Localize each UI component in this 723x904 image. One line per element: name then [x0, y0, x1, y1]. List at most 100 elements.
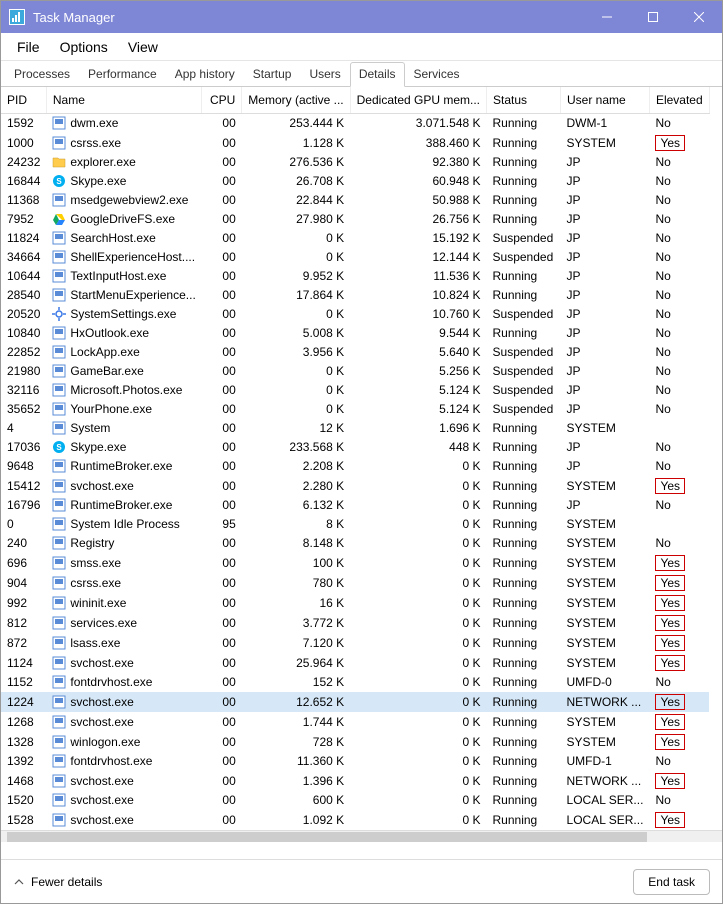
- close-button[interactable]: [676, 1, 722, 33]
- table-row[interactable]: 11824SearchHost.exe000 K15.192 KSuspende…: [1, 229, 709, 248]
- table-row[interactable]: 16844SSkype.exe0026.708 K60.948 KRunning…: [1, 172, 709, 191]
- cell-user: SYSTEM: [561, 553, 650, 573]
- column-header-status[interactable]: Status: [487, 87, 561, 114]
- table-row[interactable]: 1268svchost.exe001.744 K0 KRunningSYSTEM…: [1, 712, 709, 732]
- tab-services[interactable]: Services: [405, 62, 469, 87]
- cell-cpu: 00: [202, 419, 242, 438]
- cell-gpu: 0 K: [350, 496, 486, 515]
- cell-cpu: 00: [202, 114, 242, 133]
- table-row[interactable]: 1152fontdrvhost.exe00152 K0 KRunningUMFD…: [1, 673, 709, 692]
- table-row[interactable]: 4System0012 K1.696 KRunningSYSTEM: [1, 419, 709, 438]
- table-row[interactable]: 16796RuntimeBroker.exe006.132 K0 KRunnin…: [1, 496, 709, 515]
- elevated-badge: Yes: [655, 812, 685, 828]
- cell-pid: 0: [1, 515, 46, 534]
- cell-name: msedgewebview2.exe: [46, 191, 201, 210]
- horizontal-scrollbar[interactable]: [1, 830, 722, 842]
- table-row[interactable]: 7952GoogleDriveFS.exe0027.980 K26.756 KR…: [1, 210, 709, 229]
- column-header-memory[interactable]: Memory (active ...: [242, 87, 350, 114]
- table-row[interactable]: 22852LockApp.exe003.956 K5.640 KSuspende…: [1, 343, 709, 362]
- column-header-cpu[interactable]: CPU: [202, 87, 242, 114]
- process-name-label: StartMenuExperience...: [70, 288, 195, 302]
- column-header-name[interactable]: Name: [46, 87, 201, 114]
- table-row[interactable]: 11368msedgewebview2.exe0022.844 K50.988 …: [1, 191, 709, 210]
- table-row[interactable]: 1520svchost.exe00600 K0 KRunningLOCAL SE…: [1, 791, 709, 810]
- table-row[interactable]: 1124svchost.exe0025.964 K0 KRunningSYSTE…: [1, 653, 709, 673]
- table-row[interactable]: 1528svchost.exe001.092 K0 KRunningLOCAL …: [1, 810, 709, 830]
- table-row[interactable]: 21980GameBar.exe000 K5.256 KSuspendedJPN…: [1, 362, 709, 381]
- table-row[interactable]: 15412svchost.exe002.280 K0 KRunningSYSTE…: [1, 476, 709, 496]
- cell-status: Running: [487, 172, 561, 191]
- app-icon: [52, 116, 66, 130]
- cell-gpu: 0 K: [350, 653, 486, 673]
- process-name-label: winlogon.exe: [70, 735, 140, 749]
- tab-performance[interactable]: Performance: [79, 62, 166, 87]
- maximize-button[interactable]: [630, 1, 676, 33]
- column-header-gpu[interactable]: Dedicated GPU mem...: [350, 87, 486, 114]
- column-header-pid[interactable]: PID: [1, 87, 46, 114]
- cell-memory: 276.536 K: [242, 153, 350, 172]
- cell-name: GameBar.exe: [46, 362, 201, 381]
- table-row[interactable]: 696smss.exe00100 K0 KRunningSYSTEMYes: [1, 553, 709, 573]
- cell-name: smss.exe: [46, 553, 201, 573]
- table-row[interactable]: 0System Idle Process958 K0 KRunningSYSTE…: [1, 515, 709, 534]
- cell-status: Running: [487, 515, 561, 534]
- tab-processes[interactable]: Processes: [5, 62, 79, 87]
- cell-cpu: 00: [202, 133, 242, 153]
- table-row[interactable]: 34664ShellExperienceHost....000 K12.144 …: [1, 248, 709, 267]
- menu-file[interactable]: File: [7, 35, 50, 59]
- table-row[interactable]: 872lsass.exe007.120 K0 KRunningSYSTEMYes: [1, 633, 709, 653]
- tab-details[interactable]: Details: [350, 62, 405, 87]
- cell-name: YourPhone.exe: [46, 400, 201, 419]
- cell-elevated: Yes: [649, 593, 709, 613]
- menu-options[interactable]: Options: [50, 35, 118, 59]
- elevated-badge: Yes: [655, 478, 685, 494]
- cell-pid: 1468: [1, 771, 46, 791]
- cell-name: Microsoft.Photos.exe: [46, 381, 201, 400]
- cell-name: wininit.exe: [46, 593, 201, 613]
- menu-view[interactable]: View: [118, 35, 168, 59]
- minimize-button[interactable]: [584, 1, 630, 33]
- elevated-badge: No: [655, 326, 670, 340]
- tab-app-history[interactable]: App history: [166, 62, 244, 87]
- table-row[interactable]: 1592dwm.exe00253.444 K3.071.548 KRunning…: [1, 114, 709, 133]
- cell-gpu: 10.824 K: [350, 286, 486, 305]
- tab-startup[interactable]: Startup: [244, 62, 301, 87]
- table-row[interactable]: 1000csrss.exe001.128 K388.460 KRunningSY…: [1, 133, 709, 153]
- table-row[interactable]: 1224svchost.exe0012.652 K0 KRunningNETWO…: [1, 692, 709, 712]
- table-row[interactable]: 904csrss.exe00780 K0 KRunningSYSTEMYes: [1, 573, 709, 593]
- table-row[interactable]: 1328winlogon.exe00728 K0 KRunningSYSTEMY…: [1, 732, 709, 752]
- table-row[interactable]: 28540StartMenuExperience...0017.864 K10.…: [1, 286, 709, 305]
- table-row[interactable]: 32116Microsoft.Photos.exe000 K5.124 KSus…: [1, 381, 709, 400]
- fewer-details-toggle[interactable]: Fewer details: [13, 875, 102, 889]
- table-row[interactable]: 240Registry008.148 K0 KRunningSYSTEMNo: [1, 534, 709, 553]
- table-row[interactable]: 9648RuntimeBroker.exe002.208 K0 KRunning…: [1, 457, 709, 476]
- cell-pid: 1592: [1, 114, 46, 133]
- column-header-elevated[interactable]: Elevated: [649, 87, 709, 114]
- table-row[interactable]: 1468svchost.exe001.396 K0 KRunningNETWOR…: [1, 771, 709, 791]
- tab-users[interactable]: Users: [300, 62, 349, 87]
- cell-cpu: 00: [202, 573, 242, 593]
- table-row[interactable]: 992wininit.exe0016 K0 KRunningSYSTEMYes: [1, 593, 709, 613]
- cell-status: Running: [487, 732, 561, 752]
- table-row[interactable]: 10840HxOutlook.exe005.008 K9.544 KRunnin…: [1, 324, 709, 343]
- table-row[interactable]: 35652YourPhone.exe000 K5.124 KSuspendedJ…: [1, 400, 709, 419]
- app-icon: [52, 288, 66, 302]
- cell-name: SearchHost.exe: [46, 229, 201, 248]
- elevated-badge: No: [655, 212, 670, 226]
- cell-name: GoogleDriveFS.exe: [46, 210, 201, 229]
- table-row[interactable]: 17036SSkype.exe00233.568 K448 KRunningJP…: [1, 438, 709, 457]
- process-name-label: svchost.exe: [70, 813, 133, 827]
- table-row[interactable]: 812services.exe003.772 K0 KRunningSYSTEM…: [1, 613, 709, 633]
- cell-name: winlogon.exe: [46, 732, 201, 752]
- cell-elevated: No: [649, 153, 709, 172]
- column-header-user[interactable]: User name: [561, 87, 650, 114]
- cell-gpu: 9.544 K: [350, 324, 486, 343]
- cell-name: svchost.exe: [46, 476, 201, 496]
- table-row[interactable]: 10644TextInputHost.exe009.952 K11.536 KR…: [1, 267, 709, 286]
- end-task-button[interactable]: End task: [633, 869, 710, 895]
- table-row[interactable]: 20520SystemSettings.exe000 K10.760 KSusp…: [1, 305, 709, 324]
- cell-cpu: 00: [202, 191, 242, 210]
- table-row[interactable]: 24232explorer.exe00276.536 K92.380 KRunn…: [1, 153, 709, 172]
- cell-name: System: [46, 419, 201, 438]
- table-row[interactable]: 1392fontdrvhost.exe0011.360 K0 KRunningU…: [1, 752, 709, 771]
